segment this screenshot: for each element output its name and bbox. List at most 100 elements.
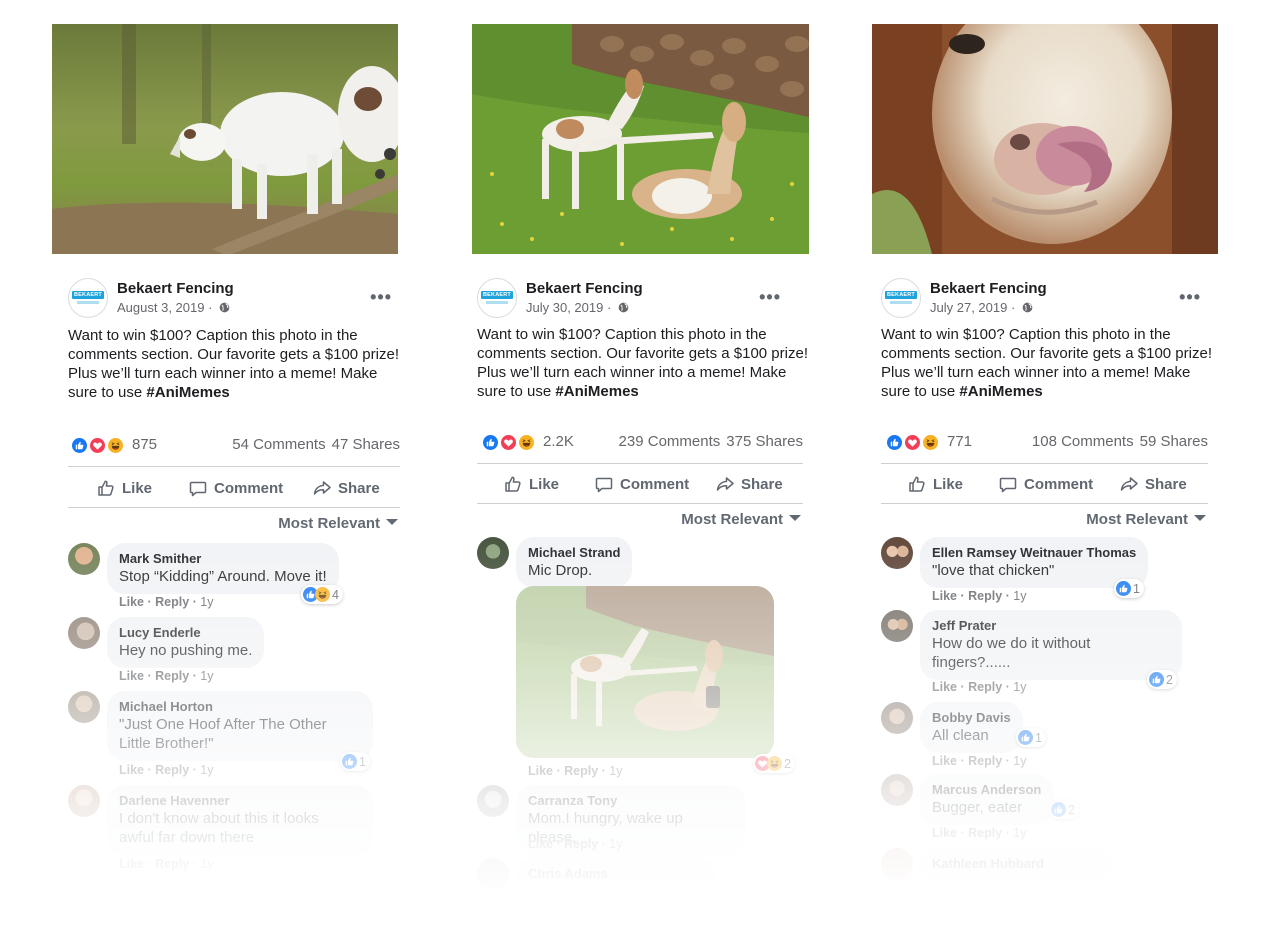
comment-button[interactable]: Comment	[188, 478, 283, 498]
comment-reactions[interactable]: 1	[1114, 579, 1144, 598]
like-button[interactable]: Like	[907, 474, 963, 494]
avatar[interactable]	[477, 785, 509, 817]
reaction-count[interactable]: 771	[947, 433, 972, 450]
comment-reply-link[interactable]: Reply	[155, 669, 189, 683]
page-name[interactable]: Bekaert Fencing	[930, 280, 1047, 297]
comment-author[interactable]: Ellen Ramsey Weitnauer Thomas	[932, 544, 1136, 561]
comments-count[interactable]: 54 Comments	[232, 436, 325, 453]
post-photo[interactable]	[472, 24, 809, 254]
comment-time[interactable]: 1y	[1013, 826, 1026, 840]
avatar[interactable]	[68, 785, 100, 817]
comment-reactions[interactable]: 2	[753, 754, 795, 773]
reaction-count[interactable]: 875	[132, 436, 157, 453]
comment-author[interactable]: Chris Adams	[528, 865, 704, 882]
comment-reactions[interactable]: 2	[1147, 670, 1177, 689]
comment-author[interactable]: Marcus Anderson	[932, 781, 1041, 798]
comment-time[interactable]: 1y	[200, 595, 213, 609]
comment-like-link[interactable]: Like	[932, 754, 957, 768]
comment-reply-link[interactable]: Reply	[155, 595, 189, 609]
comment-time[interactable]: 1y	[609, 764, 622, 778]
comment-like-link[interactable]: Like	[932, 680, 957, 694]
comment-time[interactable]: 1y	[200, 763, 213, 777]
comment-reply-link[interactable]: Reply	[968, 680, 1002, 694]
page-name[interactable]: Bekaert Fencing	[526, 280, 643, 297]
hashtag-link[interactable]: #AniMemes	[555, 383, 638, 400]
shares-count[interactable]: 59 Shares	[1140, 433, 1208, 450]
comments-count[interactable]: 239 Comments	[619, 433, 721, 450]
avatar[interactable]	[881, 702, 913, 734]
post-date[interactable]: July 27, 2019 ·	[930, 300, 1033, 315]
comment-like-link[interactable]: Like	[528, 764, 553, 778]
comment-button[interactable]: Comment	[998, 474, 1093, 494]
avatar[interactable]	[477, 537, 509, 569]
post-date[interactable]: August 3, 2019 ·	[117, 300, 230, 315]
avatar[interactable]	[881, 774, 913, 806]
comment-reactions[interactable]: 1	[340, 752, 370, 771]
comment-reactions[interactable]: 4	[301, 585, 343, 604]
share-button[interactable]: Share	[312, 478, 380, 498]
comment-button[interactable]: Comment	[594, 474, 689, 494]
like-button[interactable]: Like	[96, 478, 152, 498]
hashtag-link[interactable]: #AniMemes	[146, 384, 229, 401]
avatar[interactable]	[881, 848, 913, 880]
comment-like-link[interactable]: Like	[932, 589, 957, 603]
comment-like-link[interactable]: Like	[119, 763, 144, 777]
reaction-count[interactable]: 2.2K	[543, 433, 574, 450]
comments-count[interactable]: 108 Comments	[1032, 433, 1134, 450]
like-button[interactable]: Like	[503, 474, 559, 494]
comment-time[interactable]: 1y	[1013, 680, 1026, 694]
comment-author[interactable]: Bobby Davis	[932, 709, 1011, 726]
avatar[interactable]	[68, 543, 100, 575]
comment-author[interactable]: Michael Strand	[528, 544, 620, 561]
comment-reply-link[interactable]: Reply	[968, 589, 1002, 603]
comment-reply-link[interactable]: Reply	[564, 837, 598, 851]
more-options-button[interactable]: •••	[1179, 287, 1201, 308]
reaction-icons[interactable]	[70, 436, 126, 456]
comment-reply-link[interactable]: Reply	[564, 764, 598, 778]
comment-reactions[interactable]: 1	[1016, 728, 1046, 747]
sort-dropdown[interactable]: Most Relevant	[1086, 511, 1206, 528]
sort-dropdown[interactable]: Most Relevant	[681, 511, 801, 528]
avatar[interactable]	[477, 858, 509, 890]
shares-count[interactable]: 375 Shares	[726, 433, 803, 450]
reaction-icons[interactable]	[885, 433, 941, 453]
page-name[interactable]: Bekaert Fencing	[117, 280, 234, 297]
comment-author[interactable]: Carranza Tony	[528, 792, 734, 809]
comment-author[interactable]: Darlene Havenner	[119, 792, 361, 809]
more-options-button[interactable]: •••	[370, 287, 392, 308]
comment-time[interactable]: 1y	[200, 857, 213, 871]
comment-reply-link[interactable]: Reply	[968, 754, 1002, 768]
avatar[interactable]	[881, 537, 913, 569]
post-photo[interactable]	[872, 24, 1218, 254]
page-avatar[interactable]: BEKAERT	[477, 278, 517, 318]
page-avatar[interactable]: BEKAERT	[68, 278, 108, 318]
avatar[interactable]	[68, 691, 100, 723]
comment-image-attachment[interactable]	[516, 586, 774, 758]
comment-time[interactable]: 1y	[1013, 589, 1026, 603]
sort-dropdown[interactable]: Most Relevant	[278, 515, 398, 532]
more-options-button[interactable]: •••	[759, 287, 781, 308]
avatar[interactable]	[881, 610, 913, 642]
comment-author[interactable]: Kathleen Hubbard	[932, 855, 1098, 872]
comment-like-link[interactable]: Like	[528, 837, 553, 851]
avatar[interactable]	[68, 617, 100, 649]
post-photo[interactable]	[52, 24, 398, 254]
comment-author[interactable]: Mark Smither	[119, 550, 327, 567]
comment-like-link[interactable]: Like	[119, 595, 144, 609]
reaction-icons[interactable]	[481, 433, 537, 453]
comment-reply-link[interactable]: Reply	[155, 763, 189, 777]
comment-like-link[interactable]: Like	[119, 669, 144, 683]
post-date[interactable]: July 30, 2019 ·	[526, 300, 629, 315]
comment-time[interactable]: 1y	[609, 837, 622, 851]
comment-time[interactable]: 1y	[1013, 754, 1026, 768]
comment-author[interactable]: Jeff Prater	[932, 617, 1170, 634]
comment-reply-link[interactable]: Reply	[968, 826, 1002, 840]
share-button[interactable]: Share	[1119, 474, 1187, 494]
comment-reply-link[interactable]: Reply	[155, 857, 189, 871]
page-avatar[interactable]: BEKAERT	[881, 278, 921, 318]
shares-count[interactable]: 47 Shares	[332, 436, 400, 453]
comment-time[interactable]: 1y	[200, 669, 213, 683]
comment-like-link[interactable]: Like	[932, 826, 957, 840]
share-button[interactable]: Share	[715, 474, 783, 494]
comment-like-link[interactable]: Like	[119, 857, 144, 871]
